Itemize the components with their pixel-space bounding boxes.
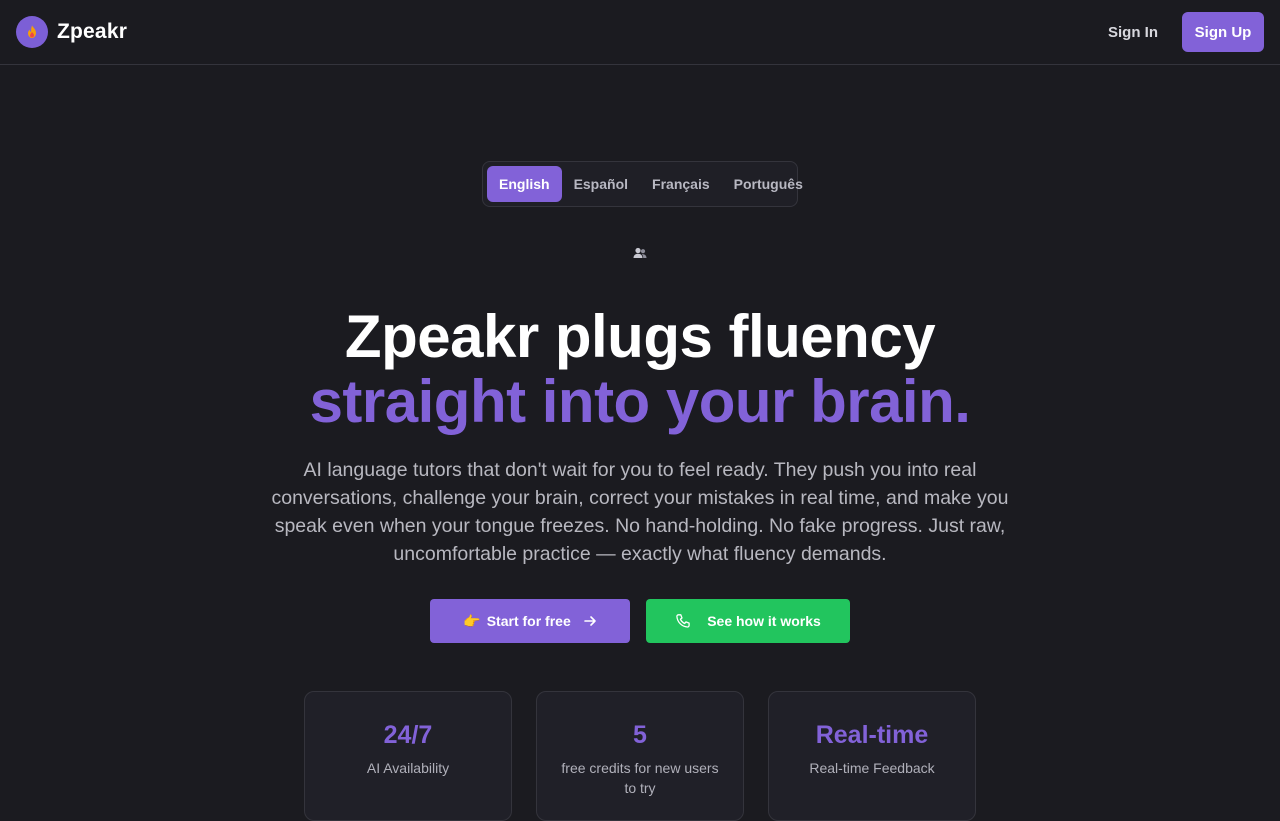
see-how-it-works-label: See how it works bbox=[707, 613, 821, 629]
users-icon bbox=[632, 245, 648, 261]
flame-icon bbox=[16, 16, 48, 48]
language-switcher: English Español Français Português bbox=[482, 161, 803, 207]
stat-value: Real-time bbox=[815, 721, 929, 749]
stat-label: Real-time Feedback bbox=[809, 760, 935, 776]
arrow-right-icon bbox=[583, 614, 597, 628]
hero-subtitle: AI language tutors that don't wait for y… bbox=[271, 459, 1009, 565]
stat-label: AI Availability bbox=[366, 760, 450, 776]
pointing-hand-icon: 👉 bbox=[463, 612, 481, 629]
sign-in-link[interactable]: Sign In bbox=[1096, 14, 1170, 51]
cta-row: 👉 Start for free See how it works bbox=[430, 599, 850, 643]
stat-card-availability: 24/7 AI Availability bbox=[304, 691, 512, 821]
headline-line-1: Zpeakr plugs fluency bbox=[344, 303, 936, 370]
top-navbar: Zpeakr Sign In Sign Up bbox=[0, 0, 1280, 65]
tab-espanol[interactable]: Español bbox=[562, 166, 640, 202]
start-for-free-button[interactable]: 👉 Start for free bbox=[430, 599, 630, 643]
stat-card-credits: 5 free credits for new users to try bbox=[536, 691, 744, 821]
tab-portugues[interactable]: Português bbox=[722, 166, 815, 202]
hero-headline: Zpeakr plugs fluency straight into your … bbox=[0, 303, 1280, 436]
brand-name: Zpeakr bbox=[57, 20, 128, 43]
tab-francais[interactable]: Français bbox=[640, 166, 722, 202]
stat-label: free credits for new users to try bbox=[561, 760, 719, 796]
sign-up-button[interactable]: Sign Up bbox=[1182, 12, 1264, 52]
tab-english[interactable]: English bbox=[487, 166, 562, 202]
stat-value: 24/7 bbox=[383, 721, 433, 749]
auth-nav: Sign In Sign Up bbox=[1096, 12, 1264, 52]
see-how-it-works-button[interactable]: See how it works bbox=[646, 599, 850, 643]
stat-card-feedback: Real-time Real-time Feedback bbox=[768, 691, 976, 821]
phone-icon bbox=[675, 613, 691, 629]
stat-value: 5 bbox=[633, 721, 647, 749]
headline-line-2: straight into your brain. bbox=[309, 368, 971, 435]
start-for-free-label: Start for free bbox=[486, 613, 571, 629]
brand[interactable]: Zpeakr bbox=[16, 16, 127, 48]
